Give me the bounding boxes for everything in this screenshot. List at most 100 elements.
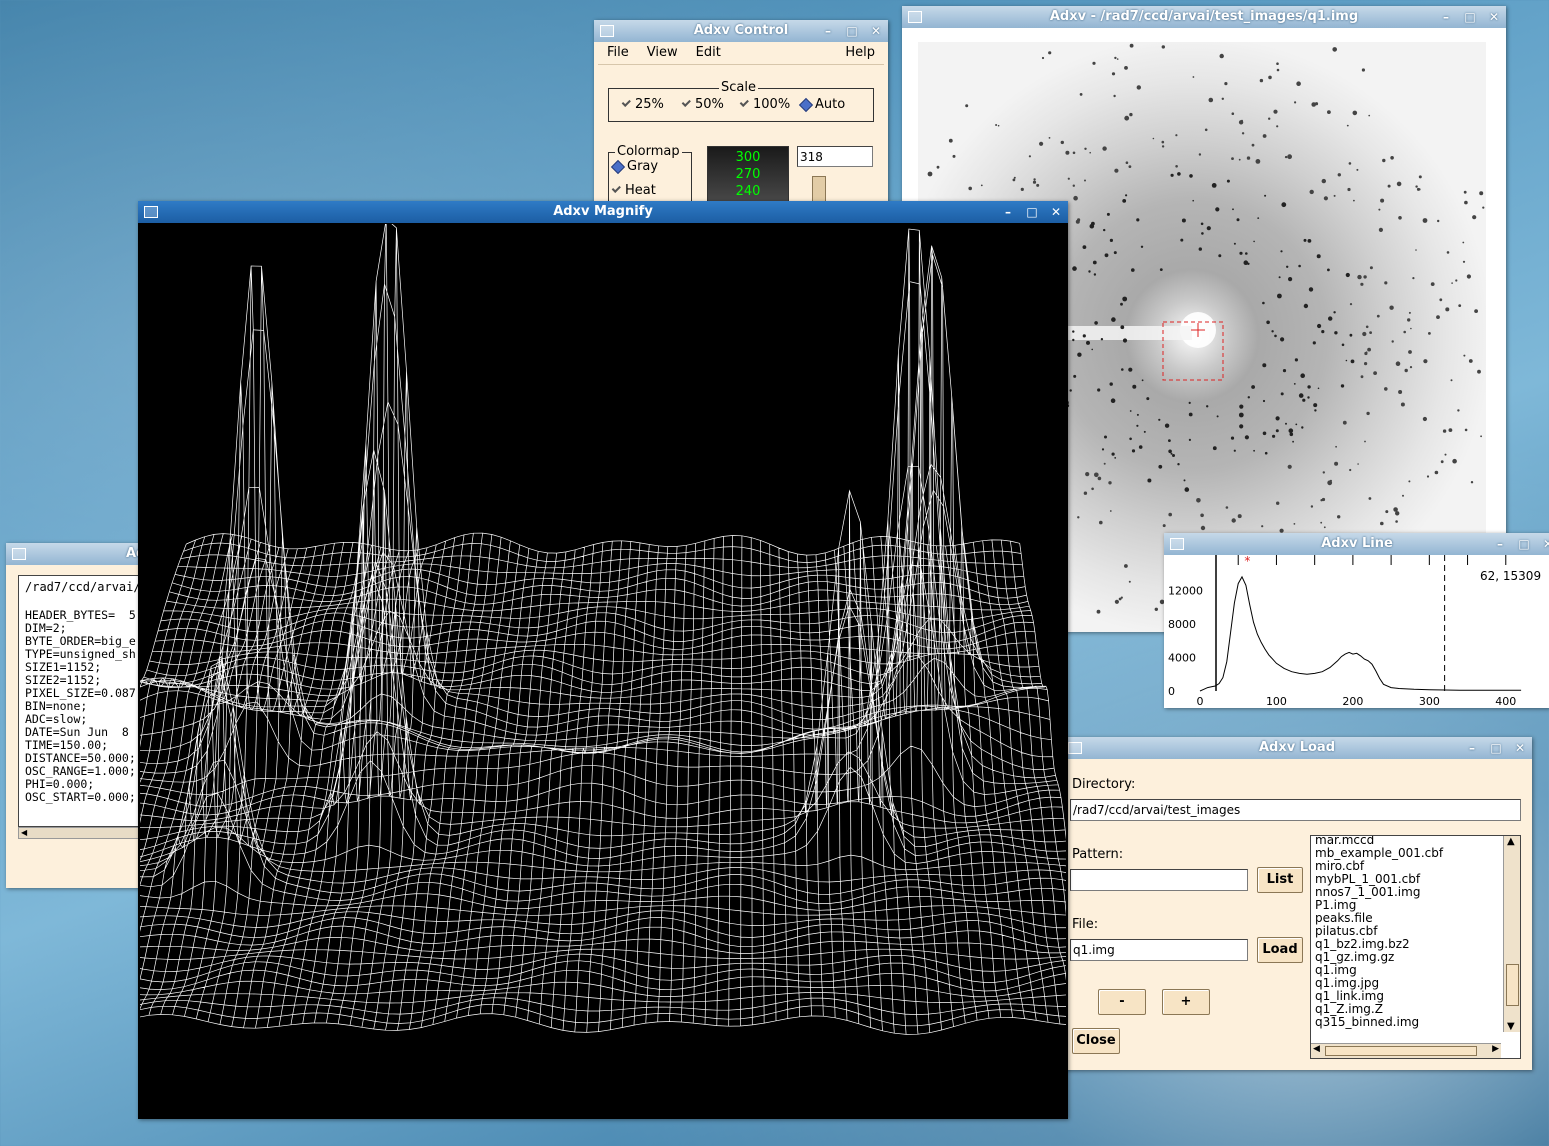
file-list-item[interactable]: q315_binned.img: [1315, 1016, 1419, 1029]
window-menu-icon[interactable]: [1170, 538, 1184, 550]
minimize-icon[interactable]: –: [1438, 9, 1454, 25]
scroll-down-icon[interactable]: ▼: [1507, 1021, 1515, 1032]
close-icon[interactable]: ✕: [1512, 740, 1528, 756]
diffraction-spot: [1268, 75, 1272, 80]
diffraction-spot: [1366, 411, 1370, 416]
file-list[interactable]: mar.mccd mb_example_001.cbf miro.cbf mybPL_…: [1310, 835, 1521, 1059]
diffraction-spot: [1282, 369, 1287, 373]
menu-help[interactable]: Help: [836, 42, 884, 64]
diffraction-spot: [1129, 410, 1132, 412]
level-value-field[interactable]: 318: [797, 146, 873, 167]
list-button[interactable]: List: [1257, 867, 1303, 893]
scroll-thumb[interactable]: [1506, 964, 1519, 1006]
directory-field[interactable]: /rad7/ccd/arvai/test_images: [1070, 799, 1521, 821]
diffraction-spot: [1152, 137, 1155, 140]
diffraction-spot: [1243, 260, 1249, 265]
scale-25-radio[interactable]: 25%: [621, 97, 664, 112]
window-menu-icon[interactable]: [600, 25, 614, 37]
window-menu-icon[interactable]: [1068, 742, 1082, 754]
diffraction-spot: [1020, 187, 1024, 191]
maximize-icon[interactable]: □: [844, 23, 860, 39]
previous-file-button[interactable]: -: [1098, 989, 1146, 1015]
diffraction-spot: [1364, 440, 1366, 443]
diffraction-spot: [1125, 161, 1129, 164]
hscroll-thumb[interactable]: [1325, 1046, 1477, 1056]
next-file-button[interactable]: +: [1162, 989, 1210, 1015]
close-icon[interactable]: ✕: [868, 23, 884, 39]
load-button[interactable]: Load: [1257, 937, 1303, 963]
maximize-icon[interactable]: □: [1462, 9, 1478, 25]
diffraction-spot: [1280, 250, 1283, 253]
maximize-icon[interactable]: □: [1488, 740, 1504, 756]
diffraction-spot: [1048, 137, 1051, 139]
diffraction-spot: [1247, 396, 1250, 399]
line-titlebar[interactable]: Adxv Line – □ ✕: [1164, 533, 1549, 555]
unchecked-icon: [681, 97, 691, 107]
diffraction-spot: [1346, 124, 1349, 127]
load-titlebar[interactable]: Adxv Load – □ ✕: [1062, 737, 1532, 759]
scroll-left-icon[interactable]: ◀: [21, 828, 27, 838]
diffraction-spot: [995, 124, 998, 126]
close-icon[interactable]: ✕: [1486, 9, 1502, 25]
diffraction-spot: [1440, 460, 1444, 464]
close-icon[interactable]: ✕: [1048, 204, 1064, 220]
file-list-vscrollbar[interactable]: ▲ ▼: [1503, 836, 1520, 1032]
close-button[interactable]: Close: [1072, 1028, 1120, 1054]
menu-view[interactable]: View: [638, 42, 687, 64]
file-list-hscrollbar[interactable]: ◀ ▶: [1311, 1043, 1501, 1058]
scale-100-label: 100%: [753, 97, 791, 112]
diffraction-spot: [1422, 416, 1427, 422]
y-tick-label: 0: [1168, 685, 1175, 698]
minimize-icon[interactable]: –: [1464, 740, 1480, 756]
surface-plot-3d[interactable]: [140, 224, 1066, 1117]
header-line: SIZE1=1152;: [25, 660, 102, 674]
diffraction-spot: [1073, 374, 1077, 378]
diffraction-spot: [927, 171, 933, 177]
diffraction-spot: [1103, 228, 1106, 232]
level-270: 270: [735, 167, 761, 182]
diffraction-spot: [1136, 218, 1140, 222]
diffraction-spot: [1083, 491, 1088, 495]
menu-edit[interactable]: Edit: [687, 42, 730, 64]
diffraction-spot: [1437, 219, 1440, 223]
colormap-heat-radio[interactable]: Heat: [611, 183, 656, 198]
minimize-icon[interactable]: –: [1492, 536, 1508, 552]
viewer-titlebar[interactable]: Adxv - /rad7/ccd/arvai/test_images/q1.im…: [902, 6, 1506, 28]
close-icon[interactable]: ✕: [1540, 536, 1549, 552]
magnify-titlebar[interactable]: Adxv Magnify – □ ✕: [138, 201, 1068, 223]
maximize-icon[interactable]: □: [1516, 536, 1532, 552]
diffraction-spot: [1094, 321, 1098, 325]
window-menu-icon[interactable]: [908, 11, 922, 23]
diffraction-spot: [1302, 398, 1306, 402]
scroll-up-icon[interactable]: ▲: [1507, 836, 1515, 847]
maximize-icon[interactable]: □: [1024, 204, 1040, 220]
diffraction-spot: [1468, 359, 1473, 363]
diffraction-spot: [1136, 424, 1139, 427]
minimize-icon[interactable]: –: [820, 23, 836, 39]
file-field[interactable]: q1.img: [1070, 939, 1248, 961]
diffraction-spot: [1225, 506, 1229, 509]
diffraction-spot: [1345, 359, 1348, 362]
pattern-field[interactable]: [1070, 869, 1248, 891]
x-tick-labels: 0 100 200 300 400: [1197, 695, 1517, 708]
scale-100-radio[interactable]: 100%: [739, 97, 791, 112]
diffraction-spot: [1036, 183, 1040, 187]
scroll-right-icon[interactable]: ▶: [1492, 1044, 1499, 1054]
colormap-heat-label: Heat: [625, 183, 656, 198]
diffraction-spot: [1320, 521, 1323, 524]
diffraction-spot: [1138, 445, 1143, 449]
minimize-icon[interactable]: –: [1000, 204, 1016, 220]
menu-file[interactable]: File: [598, 42, 638, 64]
diffraction-spot: [1308, 287, 1314, 292]
colormap-gray-radio[interactable]: Gray: [610, 159, 658, 174]
control-titlebar[interactable]: Adxv Control – □ ✕: [594, 20, 888, 42]
window-menu-icon[interactable]: [12, 548, 26, 560]
diffraction-spot: [1276, 68, 1280, 72]
window-menu-icon[interactable]: [144, 206, 158, 218]
scroll-left-icon[interactable]: ◀: [1313, 1044, 1320, 1054]
line-profile-chart[interactable]: 0 4000 8000 12000 0 100 200 300 400 * 62, 15309: [1164, 555, 1549, 708]
diffraction-spot: [1378, 208, 1381, 211]
diffraction-spot: [1168, 512, 1172, 517]
scale-50-radio[interactable]: 50%: [681, 97, 724, 112]
scale-auto-radio[interactable]: Auto: [798, 97, 845, 112]
